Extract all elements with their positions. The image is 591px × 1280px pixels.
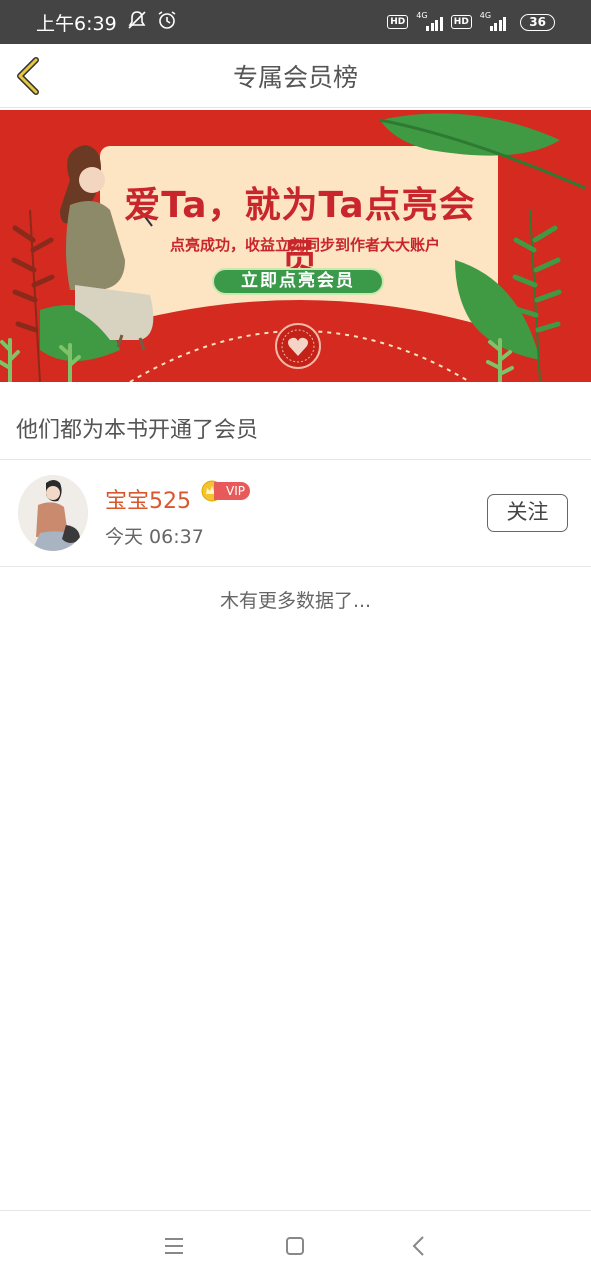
status-bar: 上午6:39 HD 4G HD 4G 36	[0, 0, 591, 44]
follow-button[interactable]: 关注	[487, 494, 568, 532]
system-nav-bar	[0, 1210, 591, 1280]
status-time: 上午6:39	[36, 12, 117, 35]
avatar[interactable]	[18, 475, 88, 551]
signal-icon: 4G	[416, 11, 443, 31]
menu-icon	[165, 1238, 183, 1254]
back-button[interactable]	[12, 56, 48, 96]
home-button[interactable]	[281, 1233, 309, 1259]
back-nav-button[interactable]	[405, 1233, 433, 1259]
list-item[interactable]: 宝宝525 VIP 今天 06:37 关注	[0, 461, 591, 566]
member-username[interactable]: 宝宝525	[105, 483, 191, 515]
hd-icon: HD	[387, 15, 409, 29]
alarm-icon	[157, 10, 177, 35]
back-arrow-icon	[17, 57, 39, 95]
member-time: 今天 06:37	[105, 526, 204, 548]
banner-headline: 爱Ta，就为Ta点亮会员	[124, 185, 476, 278]
battery-indicator: 36	[520, 13, 555, 31]
vip-label: VIP	[214, 482, 250, 500]
promo-banner[interactable]: 爱Ta，就为Ta点亮会员 点亮成功，收益立刻同步到作者大大账户 立即点亮会员	[0, 110, 591, 382]
divider	[0, 566, 591, 567]
menu-button[interactable]	[160, 1233, 188, 1259]
mute-icon	[127, 10, 147, 35]
vip-badge: VIP	[200, 480, 252, 502]
section-title: 他们都为本书开通了会员	[16, 418, 259, 443]
hd-icon-2: HD	[450, 15, 472, 29]
home-square-icon	[286, 1237, 304, 1255]
divider	[0, 459, 591, 460]
page-title: 专属会员榜	[232, 62, 358, 92]
back-chevron-icon	[412, 1236, 424, 1256]
signal-icon-2: 4G	[480, 11, 507, 31]
banner-subtitle: 点亮成功，收益立刻同步到作者大大账户	[169, 236, 440, 254]
light-up-member-button[interactable]: 立即点亮会员	[212, 268, 384, 295]
title-bar: 专属会员榜	[0, 44, 591, 108]
no-more-data-text: 木有更多数据了...	[219, 590, 372, 612]
